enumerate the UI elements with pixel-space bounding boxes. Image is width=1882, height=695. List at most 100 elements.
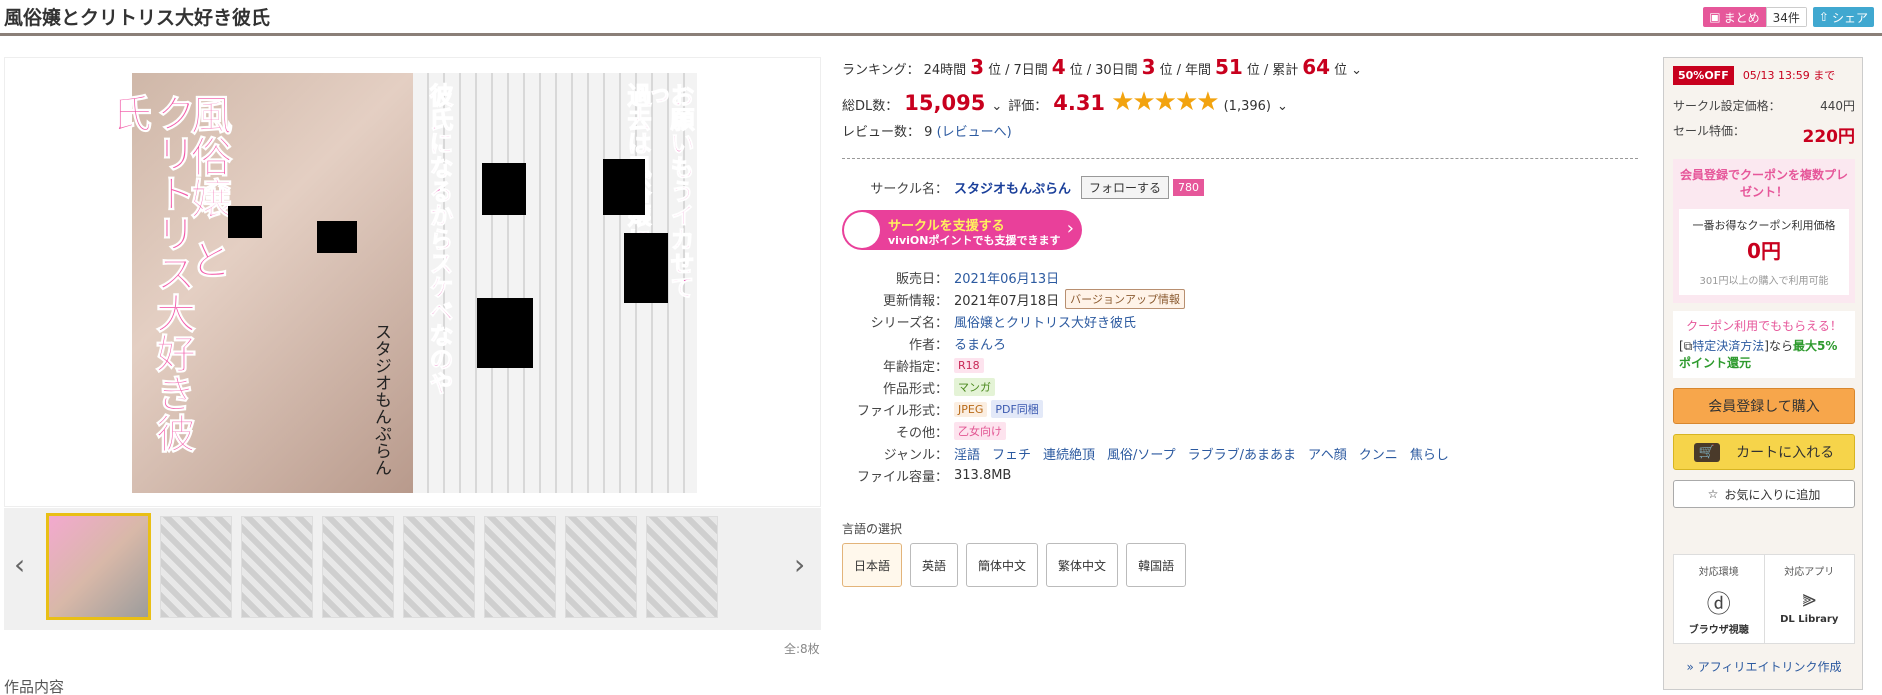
product-stats: ランキング： 24時間 3 位/ 7日間 4 位/ 30日間 3 位 / 年間 5…: [842, 55, 1642, 140]
meta-row-update: 更新情報： 2021年07月18日 バージョンアップ情報: [842, 288, 1461, 310]
genre-link[interactable]: 連続絶頂: [1043, 444, 1095, 463]
prev-arrow-icon[interactable]: ‹: [14, 548, 25, 581]
meta-row-series: シリーズ名： 風俗嬢とクリトリス大好き彼氏: [842, 310, 1461, 332]
work-info-table: 販売日： 2021年06月13日 更新情報： 2021年07月18日 バージョン…: [842, 266, 1461, 486]
thumbnail[interactable]: [46, 513, 151, 620]
ranking-expand-chevron-icon[interactable]: ⌄: [1351, 63, 1362, 78]
lang-option-zh-cn[interactable]: 簡体中文: [966, 543, 1039, 587]
meta-row-filetype: ファイル形式： JPEG PDF同梱: [842, 398, 1461, 420]
browser-view-icon: ⓓ: [1706, 590, 1731, 618]
meta-row-age: 年齢指定： R18: [842, 354, 1461, 376]
genre-link[interactable]: フェチ: [992, 444, 1031, 463]
rank-sep: /: [1086, 63, 1092, 78]
censor-bar: [317, 221, 357, 253]
genre-link[interactable]: ラブラブ/あまあま: [1188, 444, 1296, 463]
dl-label: 総DL数：: [842, 99, 899, 114]
page-title: 風俗嬢とクリトリス大好き彼氏: [4, 7, 271, 29]
meta-label: その他：: [895, 425, 948, 441]
meta-row-other: その他： 乙女向け: [842, 420, 1461, 442]
top-actions: ▣ まとめ 34件 ⇧ シェア: [1703, 7, 1874, 27]
sale-price: 220円: [1802, 127, 1856, 147]
affiliate-link[interactable]: » アフィリエイトリンク作成: [1673, 658, 1855, 675]
main-image[interactable]: 風俗嬢 と クリトリス大好き彼氏 クリトリス大好き彼氏 スタジオもんぷらん お願…: [105, 73, 697, 493]
env-section: 対応環境 ⓓ ブラウザ視聴: [1674, 555, 1765, 643]
release-date-link[interactable]: 2021年06月13日: [954, 268, 1059, 287]
review-count: 9: [924, 125, 933, 140]
cart-icon: 🛒: [1693, 442, 1721, 462]
language-label: 言語の選択: [842, 522, 903, 536]
image-gallery: 風俗嬢 と クリトリス大好き彼氏 クリトリス大好き彼氏 スタジオもんぷらん お願…: [4, 57, 821, 507]
language-selector: 言語の選択 日本語 英語 簡体中文 繁体中文 韓国語: [842, 520, 1187, 587]
app-name[interactable]: DL Library: [1780, 614, 1838, 625]
thumbnail[interactable]: [322, 516, 394, 618]
rating-chevron-icon[interactable]: ⌄: [1277, 99, 1288, 114]
register-buy-button[interactable]: 会員登録して購入: [1673, 388, 1855, 424]
file-format-tag[interactable]: JPEG: [954, 401, 988, 417]
version-info-tag[interactable]: バージョンアップ情報: [1065, 289, 1185, 309]
rank-unit: 位: [1334, 63, 1348, 78]
author-link[interactable]: るまんろ: [954, 334, 1006, 353]
sale-badge: 50%OFF: [1673, 66, 1734, 85]
rating-label: 評価：: [1008, 99, 1048, 114]
thumbnail-strip: ‹ ›: [4, 508, 821, 630]
meta-label: 年齢指定：: [882, 359, 948, 375]
thumbnail[interactable]: [403, 516, 475, 618]
file-format-tag[interactable]: PDF同梱: [991, 400, 1043, 418]
ranking-label: ランキング：: [842, 63, 920, 78]
thumbnail[interactable]: [484, 516, 556, 618]
meta-row-genre: ジャンル： 淫語 フェチ 連続絶頂 風俗/ソープ ラブラブ/あまあま アヘ顔 ク…: [842, 442, 1461, 464]
thumbnail[interactable]: [160, 516, 232, 618]
dl-chevron-icon[interactable]: ⌄: [991, 99, 1002, 114]
review-row: レビュー数： 9 (レビューへ): [842, 121, 1642, 140]
genre-link[interactable]: 淫語: [954, 444, 980, 463]
rank-year-label: 年間: [1184, 63, 1211, 78]
meta-label: シリーズ名：: [870, 315, 948, 331]
favorite-button[interactable]: ☆ お気に入りに追加: [1673, 480, 1855, 508]
genre-link[interactable]: アヘ顔: [1308, 444, 1347, 463]
coupon-heading: 会員登録でクーポンを複数プレゼント！: [1679, 168, 1848, 199]
circle-row: サークル名： スタジオもんぷらん フォローする 780: [842, 175, 1205, 199]
lang-option-ja[interactable]: 日本語: [842, 543, 903, 587]
payment-bonus-box: クーポン利用でももらえる！ [⧉特定決済方法]なら最大5%ポイント還元: [1673, 311, 1855, 378]
circle-label: サークル名：: [870, 181, 948, 197]
env-name[interactable]: ブラウザ視聴: [1689, 625, 1749, 636]
other-tag[interactable]: 乙女向け: [954, 422, 1006, 440]
support-circle-banner[interactable]: サークルを支援する viviONポイントでも支援できます ›: [842, 210, 1082, 250]
cover-image: 風俗嬢 と クリトリス大好き彼氏 クリトリス大好き彼氏 スタジオもんぷらん: [105, 73, 413, 493]
vivion-logo-icon: [844, 212, 880, 248]
circle-name-link[interactable]: スタジオもんぷらん: [954, 178, 1071, 197]
add-to-cart-button[interactable]: 🛒 カートに入れる: [1673, 434, 1855, 470]
thumbnail[interactable]: [241, 516, 313, 618]
series-link[interactable]: 風俗嬢とクリトリス大好き彼氏: [954, 312, 1136, 331]
meta-label: ジャンル：: [883, 447, 948, 463]
lang-option-zh-tw[interactable]: 繁体中文: [1046, 543, 1119, 587]
share-icon: ⇧: [1818, 10, 1829, 24]
rank-24h-value: 3: [970, 55, 985, 79]
work-format-tag[interactable]: マンガ: [954, 378, 995, 396]
review-link[interactable]: (レビューへ): [937, 125, 1012, 140]
lang-option-ko[interactable]: 韓国語: [1126, 543, 1187, 587]
rank-7d-label: 7日間: [1013, 63, 1048, 78]
genre-link[interactable]: 焦らし: [1410, 444, 1449, 463]
meta-label: 作者：: [908, 337, 948, 353]
download-rating-row: 総DL数： 15,095 ⌄ 評価： 4.31 ★★★★★ (1,396) ⌄: [842, 87, 1642, 117]
external-link-icon: ⧉: [1683, 339, 1693, 353]
list-price-row: サークル設定価格： 440円: [1673, 97, 1855, 114]
rank-total-value: 64: [1302, 55, 1331, 79]
age-rating-tag[interactable]: R18: [954, 357, 984, 373]
favorite-label: お気に入りに追加: [1724, 487, 1821, 502]
share-button[interactable]: ⇧ シェア: [1812, 7, 1874, 27]
meta-label: ファイル形式：: [856, 403, 948, 419]
next-arrow-icon[interactable]: ›: [794, 548, 805, 581]
cover-author: スタジオもんぷらん: [371, 323, 391, 476]
thumbnail[interactable]: [646, 516, 718, 618]
genre-link[interactable]: 風俗/ソープ: [1107, 444, 1176, 463]
dl-count: 15,095: [904, 91, 986, 115]
payment-method-link[interactable]: 特定決済方法: [1692, 339, 1764, 353]
matome-button[interactable]: ▣ まとめ 34件: [1703, 7, 1807, 27]
thumbnail[interactable]: [565, 516, 637, 618]
lang-option-en[interactable]: 英語: [910, 543, 959, 587]
meta-label: 作品形式：: [882, 381, 948, 397]
follow-button[interactable]: フォローする: [1081, 175, 1170, 199]
genre-link[interactable]: クンニ: [1359, 444, 1398, 463]
